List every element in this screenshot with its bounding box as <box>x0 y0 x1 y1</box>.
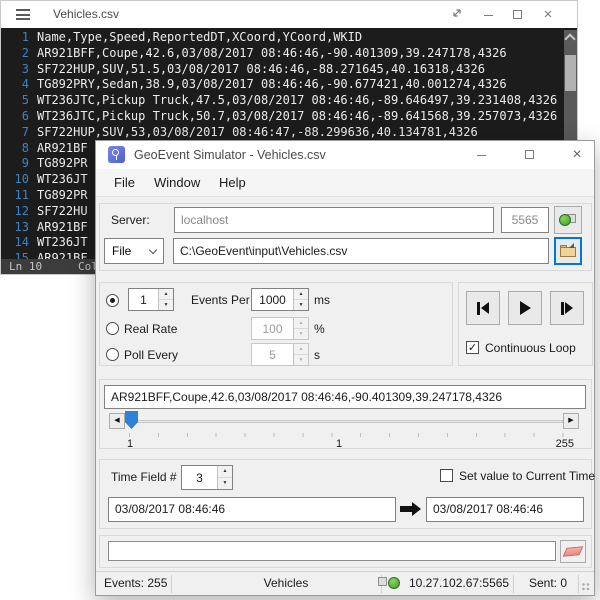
slider-max-label: 255 <box>544 438 574 450</box>
spin-down-icon[interactable]: ▼ <box>159 300 173 310</box>
server-host-input[interactable]: localhost <box>174 207 494 233</box>
layer-name: Vehicles <box>236 576 336 590</box>
spin-up-icon[interactable]: ▲ <box>294 289 308 300</box>
poll-every-label: Poll Every <box>124 348 178 362</box>
simulator-window-title: GeoEvent Simulator - Vehicles.csv <box>134 148 326 162</box>
time-field-label: Time Field # <box>111 470 177 484</box>
slider-track[interactable] <box>125 420 563 423</box>
editor-line[interactable]: 1Name,Type,Speed,ReportedDT,XCoord,YCoor… <box>1 30 577 46</box>
events-per-radio[interactable] <box>106 294 119 307</box>
spin-down-icon[interactable]: ▼ <box>294 300 308 310</box>
slider-left-icon[interactable]: ◀ <box>109 413 125 429</box>
spin-down-icon[interactable]: ▼ <box>218 478 232 489</box>
slider-min-label: 1 <box>123 438 137 450</box>
time-field-stepper[interactable]: 3 ▲▼ <box>181 465 233 490</box>
interval-unit-label: ms <box>314 293 330 307</box>
editor-line[interactable]: 6WT236JTC,Pickup Truck,50.7,03/08/2017 0… <box>1 109 577 125</box>
set-current-time-checkbox[interactable] <box>440 469 453 482</box>
real-rate-unit-label: % <box>314 322 325 336</box>
close-icon[interactable]: × <box>567 145 587 165</box>
connect-button[interactable] <box>554 206 582 234</box>
chevron-down-icon <box>149 246 157 254</box>
poll-stepper: 5 ▲▼ <box>251 343 309 366</box>
clear-button[interactable] <box>560 540 586 563</box>
file-path-input[interactable]: C:\GeoEvent\input\Vehicles.csv <box>173 238 549 264</box>
scroll-up-icon[interactable] <box>564 33 575 44</box>
step-to-start-icon <box>477 302 480 315</box>
real-rate-radio[interactable] <box>106 322 119 335</box>
sent-count: Sent: 0 <box>529 576 567 590</box>
right-arrow-icon <box>400 502 421 516</box>
editor-line[interactable]: 7SF722HUP,SUV,53,03/08/2017 08:46:47,-88… <box>1 125 577 141</box>
folder-open-icon <box>560 245 576 257</box>
real-rate-label: Real Rate <box>124 322 177 336</box>
interval-stepper[interactable]: 1000 ▲▼ <box>251 288 309 311</box>
spin-down-icon: ▼ <box>294 329 308 339</box>
editor-line[interactable]: 4TG892PRY,Sedan,38.9,03/08/2017 08:46:46… <box>1 77 577 93</box>
poll-unit-label: s <box>314 348 320 362</box>
expand-icon[interactable] <box>448 6 466 24</box>
time-to-field[interactable]: 03/08/2017 08:46:46 <box>426 497 584 522</box>
slider-ticks <box>129 433 565 437</box>
continuous-loop-checkbox[interactable]: ✓ <box>466 341 479 354</box>
spin-up-icon[interactable]: ▲ <box>159 289 173 300</box>
set-current-time-label: Set value to Current Time <box>459 469 595 483</box>
spin-up-icon: ▲ <box>294 318 308 329</box>
maximize-icon[interactable] <box>519 145 539 165</box>
menu-help[interactable]: Help <box>219 175 246 190</box>
minimize-icon[interactable] <box>471 145 491 165</box>
step-to-start-button[interactable] <box>466 291 500 325</box>
spin-down-icon: ▼ <box>294 355 308 365</box>
editor-window-title: Vehicles.csv <box>53 7 119 21</box>
editor-line[interactable]: 2AR921BFF,Coupe,42.6,03/08/2017 08:46:46… <box>1 46 577 62</box>
menu-window[interactable]: Window <box>154 175 200 190</box>
eraser-icon <box>563 546 584 557</box>
simulator-window: GeoEvent Simulator - Vehicles.csv × File… <box>95 140 595 596</box>
server-port-input[interactable]: 5565 <box>501 207 549 233</box>
editor-line[interactable]: 3SF722HUP,SUV,51.5,03/08/2017 08:46:46,-… <box>1 62 577 78</box>
step-forward-button[interactable] <box>550 291 584 325</box>
menu-file[interactable]: File <box>114 175 135 190</box>
scrollbar-thumb[interactable] <box>565 55 576 91</box>
editor-line[interactable]: 5WT236JTC,Pickup Truck,47.5,03/08/2017 0… <box>1 93 577 109</box>
source-type-select[interactable]: File <box>104 238 164 264</box>
spin-up-icon[interactable]: ▲ <box>218 466 232 478</box>
close-icon[interactable]: × <box>539 6 557 24</box>
play-icon <box>520 301 531 315</box>
continuous-loop-label: Continuous Loop <box>485 341 576 355</box>
slider-current-label: 1 <box>332 438 346 450</box>
server-label: Server: <box>111 213 150 227</box>
step-forward-icon <box>561 302 564 315</box>
menubar: File Window Help <box>96 169 594 197</box>
current-event-field[interactable]: AR921BFF,Coupe,42.6,03/08/2017 08:46:46,… <box>104 385 586 409</box>
geoevent-logo-icon <box>108 146 125 163</box>
events-per-label: Events Per <box>191 293 250 307</box>
hamburger-menu-icon[interactable] <box>16 9 30 20</box>
browse-button[interactable] <box>554 237 582 265</box>
events-count: Events: 255 <box>104 576 167 590</box>
maximize-icon[interactable] <box>508 6 526 24</box>
simulator-titlebar: GeoEvent Simulator - Vehicles.csv × <box>96 141 594 169</box>
play-button[interactable] <box>508 291 542 325</box>
editor-titlebar: Vehicles.csv × <box>1 1 577 28</box>
events-count-stepper[interactable]: 1 ▲▼ <box>128 288 174 311</box>
simulator-statusbar: Events: 255 Vehicles 10.27.102.67:5565 S… <box>96 571 594 595</box>
slider-right-icon[interactable]: ▶ <box>563 413 579 429</box>
real-rate-stepper: 100 ▲▼ <box>251 317 309 340</box>
time-from-field[interactable]: 03/08/2017 08:46:46 <box>108 497 396 522</box>
minimize-icon[interactable] <box>479 6 497 24</box>
connection-icon <box>559 212 577 228</box>
resize-grip[interactable] <box>582 583 591 592</box>
progress-bar <box>108 541 556 561</box>
poll-every-radio[interactable] <box>106 348 119 361</box>
spin-up-icon: ▲ <box>294 344 308 355</box>
endpoint-address: 10.27.102.67:5565 <box>409 576 509 590</box>
line-indicator: Ln 10 <box>9 259 42 274</box>
